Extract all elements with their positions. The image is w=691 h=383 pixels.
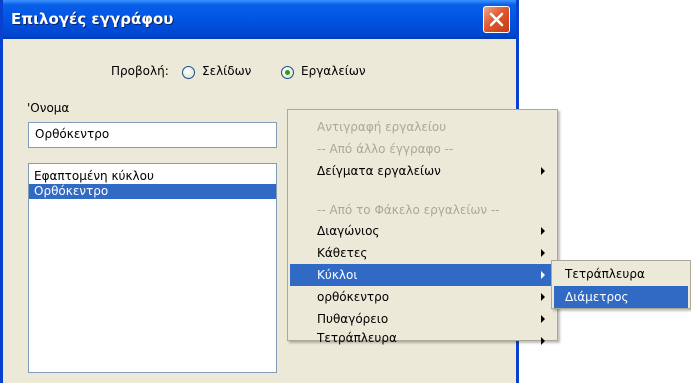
submenu-arrow-icon [541,227,545,235]
view-label: Προβολή: [111,64,169,78]
list-item[interactable]: Ορθόκεντρο [29,184,276,199]
submenu-item-quadrilaterals[interactable]: Τετράπλευρα [554,263,688,285]
menu-item-label: Διαγώνιος [317,224,380,238]
close-button[interactable] [483,6,510,33]
radio-tools[interactable] [281,66,294,79]
menu-item-orthocenter[interactable]: ορθόκεντρο [290,286,555,308]
title-bar[interactable]: Επιλογές εγγράφου [3,0,516,39]
submenu-arrow-icon [541,271,545,279]
menu-item-label: Δείγματα εργαλείων [317,164,441,178]
submenu-item-diameter[interactable]: Διάμετρος [554,286,688,308]
radio-pages-label[interactable]: Σελίδων [202,64,251,78]
submenu-arrow-icon [541,249,545,257]
name-label: 'Ονομα [27,101,70,115]
menu-item-label: Κύκλοι [317,268,358,282]
menu-item-label: Τετράπλευρα [317,331,397,345]
submenu-arrow-icon [541,293,545,301]
menu-item-label: Κάθετες [317,246,368,260]
menu-item-perpendiculars[interactable]: Κάθετες [290,242,555,264]
submenu-arrow-icon [541,315,545,323]
list-item[interactable]: Εφαπτομένη κύκλου [29,169,276,184]
menu-item-label: ορθόκεντρο [317,290,390,304]
menu-item-pythagorean[interactable]: Πυθαγόρειο [290,308,555,330]
menu-item-copy-tool: Αντιγραφή εργαλείου [317,120,447,134]
submenu-arrow-icon [541,337,545,345]
menu-item-circles[interactable]: Κύκλοι [290,264,555,286]
circles-submenu: Τετράπλευρα Διάμετρος [551,260,691,309]
tool-list[interactable]: Εφαπτομένη κύκλου Ορθόκεντρο [28,163,277,373]
name-input[interactable]: Ορθόκεντρο [28,122,277,148]
menu-item-diagonal[interactable]: Διαγώνιος [290,220,555,242]
menu-item-quadrilaterals[interactable]: Τετράπλευρα [290,330,555,345]
radio-pages[interactable] [182,66,195,79]
radio-tools-label[interactable]: Εργαλείων [301,64,366,78]
menu-header-tools-folder: -- Από το Φάκελο εργαλείων -- [317,203,500,217]
menu-item-sample-tools[interactable]: Δείγματα εργαλείων [290,160,555,182]
context-menu: Αντιγραφή εργαλείου -- Από άλλο έγγραφο … [287,109,558,345]
menu-item-label: Πυθαγόρειο [317,312,389,326]
close-icon [489,12,504,27]
menu-header-other-document: -- Από άλλο έγγραφο -- [317,142,454,156]
dialog-title: Επιλογές εγγράφου [11,10,174,28]
submenu-arrow-icon [541,167,545,175]
